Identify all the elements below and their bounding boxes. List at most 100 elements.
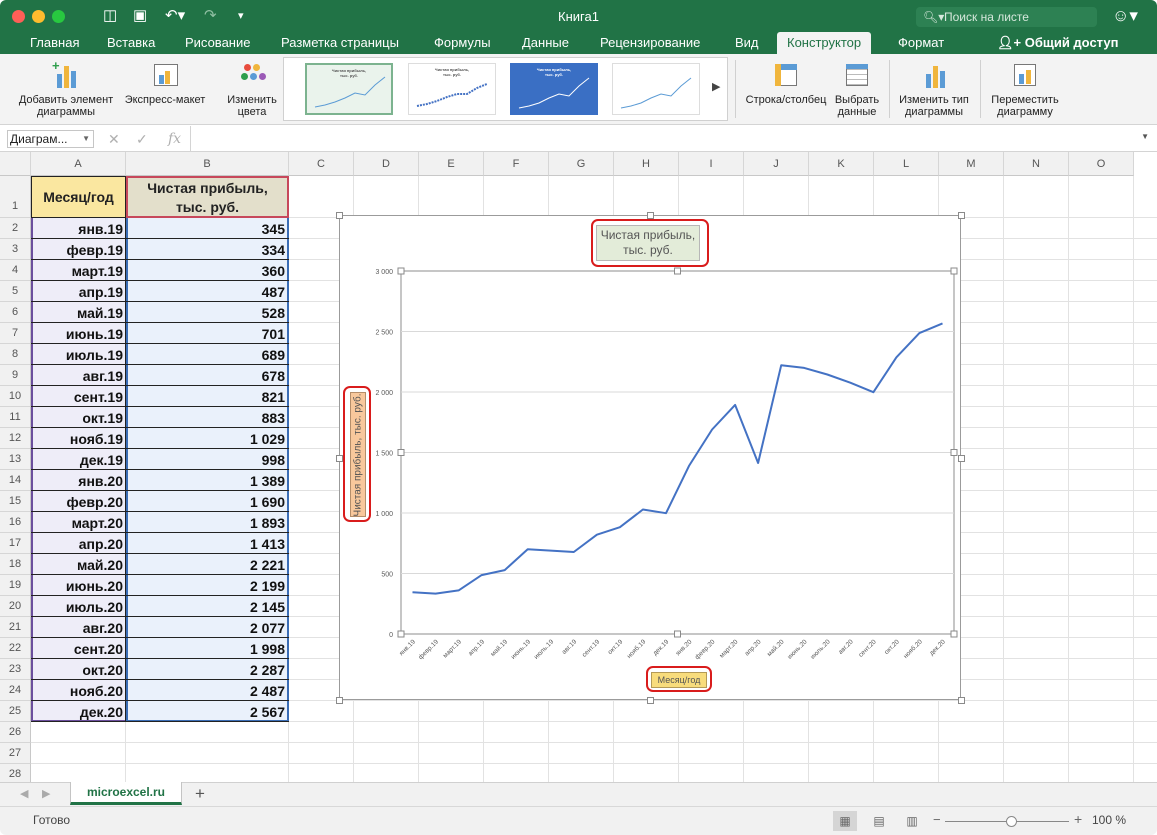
zoom-in-icon[interactable]: + — [1074, 811, 1082, 827]
confirm-icon[interactable]: ✓ — [136, 131, 148, 148]
row-header-1[interactable]: 1 — [0, 176, 31, 218]
row-header-4[interactable]: 4 — [0, 260, 31, 281]
month-cell[interactable]: янв.19 — [32, 219, 125, 239]
tab-review[interactable]: Рецензирование — [600, 32, 700, 54]
month-cell[interactable]: авг.20 — [32, 618, 125, 638]
tab-page-layout[interactable]: Разметка страницы — [281, 32, 399, 54]
profit-cell[interactable]: 689 — [127, 345, 288, 365]
select-data-button[interactable]: Выбрать данные — [830, 60, 884, 118]
row-header-12[interactable]: 12 — [0, 428, 31, 449]
quick-layout-button[interactable]: Экспресс-макет — [119, 60, 211, 106]
row-header-14[interactable]: 14 — [0, 470, 31, 491]
month-cell[interactable]: март.20 — [32, 513, 125, 533]
month-cell[interactable]: февр.20 — [32, 492, 125, 512]
chart-style-3[interactable]: Чистая прибыль, тыс. руб. — [510, 63, 598, 115]
page-layout-view-icon[interactable]: ▤ — [867, 811, 891, 831]
profit-cell[interactable]: 2 221 — [127, 555, 288, 575]
profit-cell[interactable]: 701 — [127, 324, 288, 344]
month-cell[interactable]: июль.19 — [32, 345, 125, 365]
month-cell[interactable]: июль.20 — [32, 597, 125, 617]
column-header-i[interactable]: I — [679, 152, 744, 176]
switch-row-column-button[interactable]: Строка/столбец — [742, 60, 830, 106]
row-header-19[interactable]: 19 — [0, 575, 31, 596]
row-header-20[interactable]: 20 — [0, 596, 31, 617]
y-axis-title[interactable]: Чистая прибыль, тыс. руб. — [350, 392, 366, 517]
column-header-l[interactable]: L — [874, 152, 939, 176]
row-header-18[interactable]: 18 — [0, 554, 31, 575]
row-header-10[interactable]: 10 — [0, 386, 31, 407]
profit-cell[interactable]: 2 145 — [127, 597, 288, 617]
header-cell-b1[interactable]: Чистая прибыль, тыс. руб. — [126, 176, 289, 218]
month-cell[interactable]: окт.20 — [32, 660, 125, 680]
row-header-8[interactable]: 8 — [0, 344, 31, 365]
column-header-b[interactable]: B — [126, 152, 289, 176]
column-header-j[interactable]: J — [744, 152, 809, 176]
header-cell-a1[interactable]: Месяц/год — [31, 176, 126, 218]
chart-title[interactable]: Чистая прибыль, тыс. руб. — [596, 225, 700, 261]
prev-sheet-icon[interactable]: ◀ — [20, 787, 28, 800]
chart-resize-handle[interactable] — [647, 212, 654, 219]
profit-cell[interactable]: 883 — [127, 408, 288, 428]
chart-resize-handle[interactable] — [958, 454, 965, 462]
row-header-15[interactable]: 15 — [0, 491, 31, 512]
month-cell[interactable]: февр.19 — [32, 240, 125, 260]
tab-insert[interactable]: Вставка — [107, 32, 155, 54]
select-all-corner[interactable] — [0, 152, 31, 176]
row-header-25[interactable]: 25 — [0, 701, 31, 722]
sheet-tab[interactable]: microexcel.ru — [70, 782, 182, 805]
profit-cell[interactable]: 2 199 — [127, 576, 288, 596]
tab-home[interactable]: Главная — [30, 32, 79, 54]
profit-cell[interactable]: 1 389 — [127, 471, 288, 491]
month-cell[interactable]: авг.19 — [32, 366, 125, 386]
profit-cell[interactable]: 1 998 — [127, 639, 288, 659]
profit-cell[interactable]: 334 — [127, 240, 288, 260]
column-header-g[interactable]: G — [549, 152, 614, 176]
column-header-h[interactable]: H — [614, 152, 679, 176]
row-header-17[interactable]: 17 — [0, 533, 31, 554]
share-button[interactable]: 👤︎+ Общий доступ — [997, 32, 1118, 54]
expand-formula-bar-icon[interactable]: ▼ — [1141, 132, 1149, 141]
chart-resize-handle[interactable] — [336, 454, 343, 462]
chart-style-1[interactable]: Чистая прибыль, тыс. руб. — [305, 63, 393, 115]
tab-format[interactable]: Формат — [898, 32, 944, 54]
chart-resize-handle[interactable] — [336, 212, 343, 219]
row-header-13[interactable]: 13 — [0, 449, 31, 470]
row-header-24[interactable]: 24 — [0, 680, 31, 701]
page-break-view-icon[interactable]: ▥ — [900, 811, 924, 831]
zoom-out-icon[interactable]: − — [933, 812, 941, 827]
month-cell[interactable]: март.19 — [32, 261, 125, 281]
profit-cell[interactable]: 2 077 — [127, 618, 288, 638]
row-header-28[interactable]: 28 — [0, 764, 31, 782]
row-header-21[interactable]: 21 — [0, 617, 31, 638]
month-cell[interactable]: дек.19 — [32, 450, 125, 470]
profit-cell[interactable]: 998 — [127, 450, 288, 470]
next-sheet-icon[interactable]: ▶ — [42, 787, 50, 800]
profit-cell[interactable]: 1 413 — [127, 534, 288, 554]
tab-formulas[interactable]: Формулы — [434, 32, 491, 54]
month-cell[interactable]: нояб.19 — [32, 429, 125, 449]
tab-draw[interactable]: Рисование — [185, 32, 250, 54]
name-box[interactable]: Диаграм... ▼ — [7, 130, 94, 148]
profit-cell[interactable]: 2 287 — [127, 660, 288, 680]
profit-cell[interactable]: 821 — [127, 387, 288, 407]
feedback-icon[interactable]: ☺▾ — [1112, 6, 1138, 26]
chart-resize-handle[interactable] — [647, 697, 654, 704]
profit-cell[interactable]: 1 893 — [127, 513, 288, 533]
add-sheet-icon[interactable]: + — [195, 784, 205, 804]
move-chart-button[interactable]: Переместить диаграмму — [985, 60, 1065, 118]
row-header-11[interactable]: 11 — [0, 407, 31, 428]
chart-styles-more-icon[interactable]: ▶ — [712, 80, 720, 93]
column-header-d[interactable]: D — [354, 152, 419, 176]
month-cell[interactable]: июнь.19 — [32, 324, 125, 344]
zoom-slider-knob[interactable] — [1006, 816, 1017, 827]
chart-resize-handle[interactable] — [336, 697, 343, 704]
row-header-5[interactable]: 5 — [0, 281, 31, 302]
chart-resize-handle[interactable] — [958, 697, 965, 704]
cancel-icon[interactable]: ✕ — [108, 131, 120, 148]
month-cell[interactable]: янв.20 — [32, 471, 125, 491]
column-header-c[interactable]: C — [289, 152, 354, 176]
month-cell[interactable]: июнь.20 — [32, 576, 125, 596]
tab-data[interactable]: Данные — [522, 32, 569, 54]
column-header-m[interactable]: M — [939, 152, 1004, 176]
row-header-27[interactable]: 27 — [0, 743, 31, 764]
